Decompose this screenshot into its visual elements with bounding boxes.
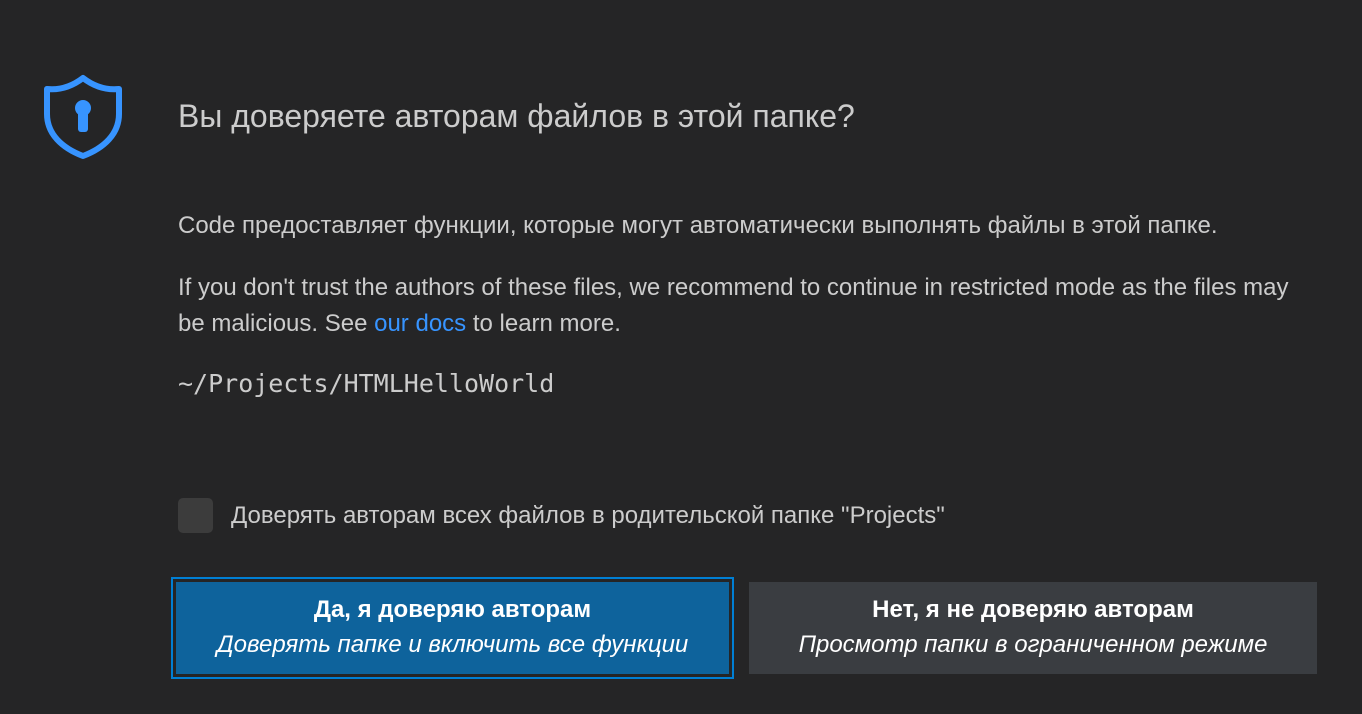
shield-keyhole-icon [44,75,122,159]
restrict-button-sublabel: Просмотр папки в ограниченном режиме [798,631,1268,658]
trust-parent-checkbox[interactable] [178,498,213,533]
description-paragraph: Code предоставляет функции, которые могу… [178,212,1218,239]
restricted-mode-text-end: to learn more. [466,310,621,337]
trust-button-sublabel: Доверять папке и включить все функции [216,631,689,658]
restrict-button-label: Нет, я не доверяю авторам [872,596,1194,623]
restricted-mode-paragraph: If you don't trust the authors of these … [178,270,1308,342]
trust-parent-option[interactable]: Доверять авторам всех файлов в родительс… [178,498,945,533]
restricted-mode-text: If you don't trust the authors of these … [178,274,1289,337]
dialog-title: Вы доверяете авторам файлов в этой папке… [178,98,855,134]
trust-button-label: Да, я доверяю авторам [313,596,592,623]
workspace-trust-dialog: Вы доверяете авторам файлов в этой папке… [0,0,1362,714]
trust-authors-button[interactable]: Да, я доверяю авторам Доверять папке и в… [171,577,734,679]
dont-trust-authors-button[interactable]: Нет, я не доверяю авторам Просмотр папки… [749,582,1317,674]
docs-link[interactable]: our docs [374,310,466,337]
trust-parent-checkbox-label[interactable]: Доверять авторам всех файлов в родительс… [231,502,945,530]
dialog-content: Code предоставляет функции, которые могу… [178,208,1308,402]
folder-path: ~/Projects/HTMLHelloWorld [178,369,555,398]
